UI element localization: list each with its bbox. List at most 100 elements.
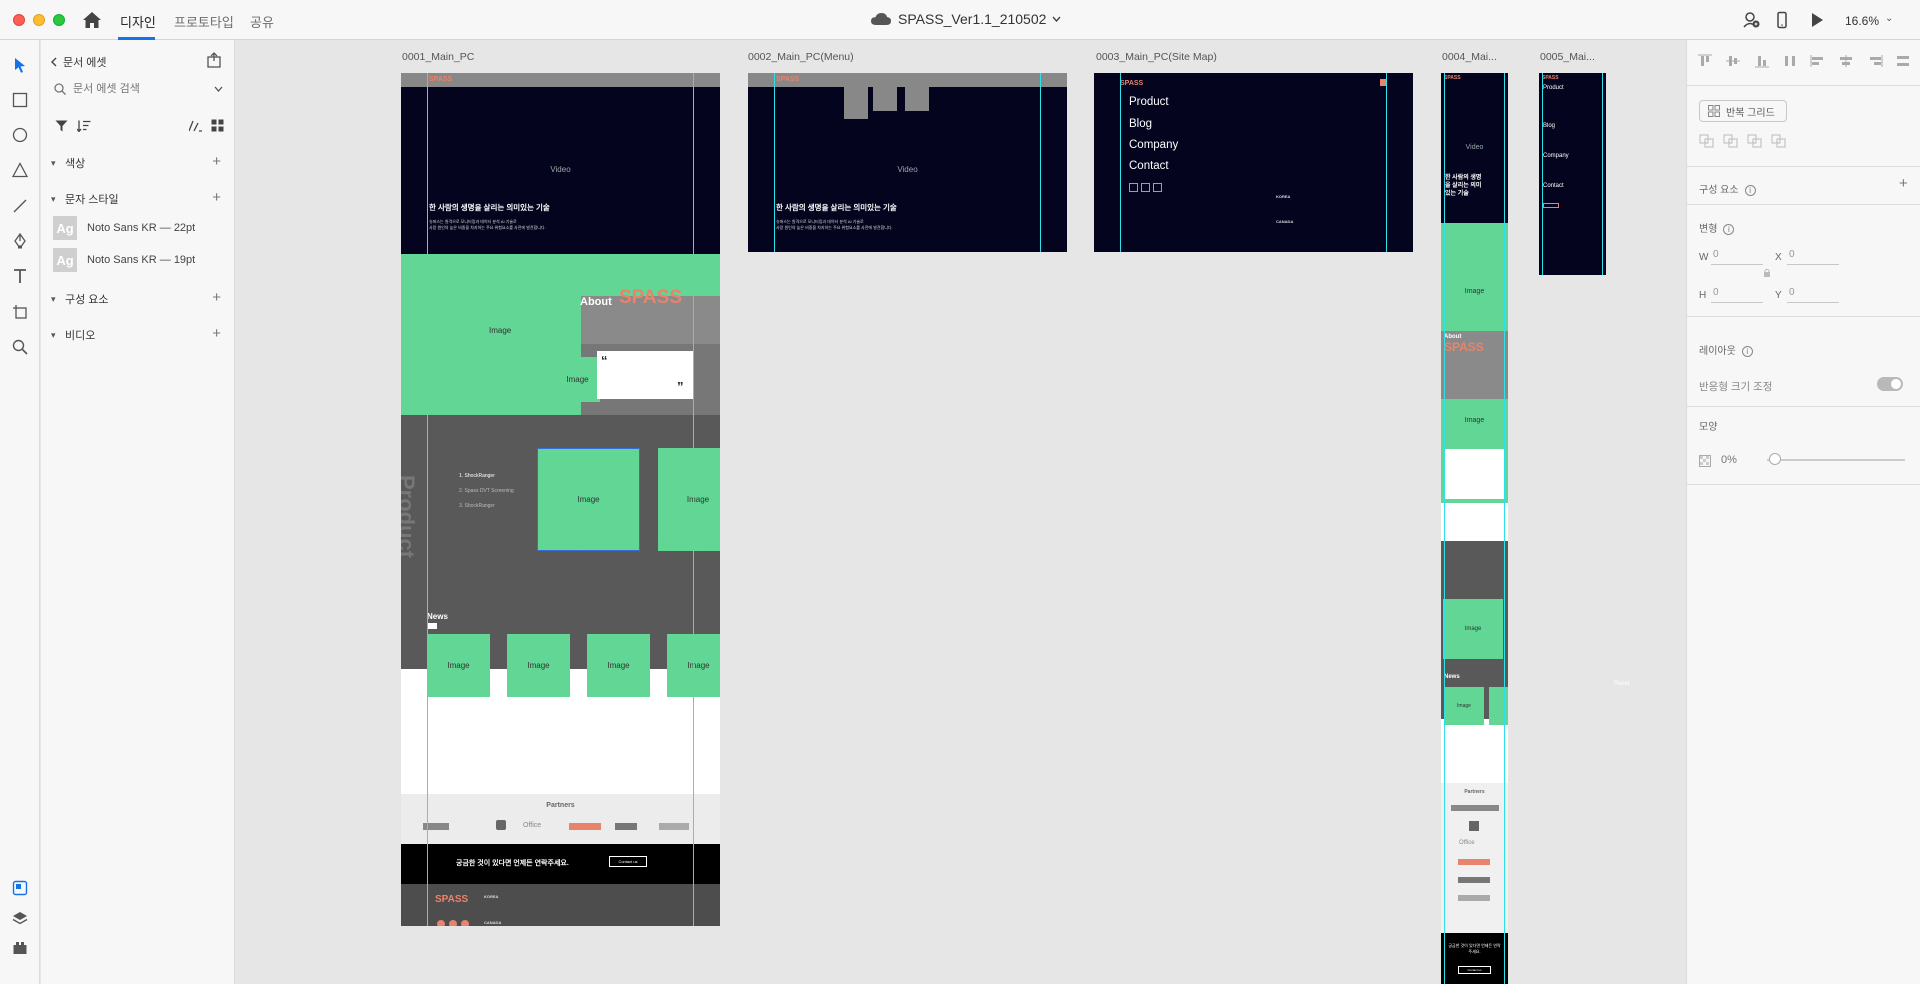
news-card-image[interactable]: Image <box>587 634 650 697</box>
news-card-image[interactable]: Image <box>1444 687 1484 725</box>
product-card-image[interactable]: Image <box>1443 599 1503 659</box>
char-style-item[interactable]: Ag Noto Sans KR — 22pt <box>53 216 229 240</box>
align-center-icon[interactable] <box>1838 54 1854 68</box>
social-icon[interactable] <box>1129 183 1138 192</box>
artboard-mobile-menu[interactable]: SPASS Product Blog Company Contact <box>1539 73 1606 275</box>
artboard-main-mobile[interactable]: SPASS Video 한 사람의 생명을 살리는 의미있는 기술 Image … <box>1441 73 1508 984</box>
distribute-horizontal-icon[interactable] <box>1782 54 1798 68</box>
artboard-main-pc[interactable]: SPASS Video 한 사람의 생명을 살리는 의미있는 기술 슈퍼스는 원… <box>401 73 720 926</box>
document-title-menu[interactable]: SPASS_Ver1.1_210502 <box>870 11 1061 27</box>
lock-aspect-icon[interactable] <box>1763 265 1771 283</box>
y-field[interactable]: 0 <box>1787 287 1839 303</box>
product-list-item[interactable]: 2. Spass DVT Screening <box>459 488 514 494</box>
artboard-label[interactable]: 0004_Mai... <box>1442 51 1497 63</box>
opacity-slider-handle[interactable] <box>1769 453 1781 465</box>
zoom-level[interactable]: 16.6% <box>1845 14 1879 28</box>
align-right-icon[interactable] <box>1867 54 1883 68</box>
sitemap-item[interactable]: Product <box>1543 85 1564 91</box>
align-left-icon[interactable] <box>1810 54 1826 68</box>
add-component-icon[interactable]: + <box>212 289 221 306</box>
text-tool-icon[interactable] <box>10 266 30 286</box>
assets-header[interactable]: 문서 에셋 <box>51 54 107 70</box>
tab-prototype[interactable]: 프로토타입 <box>174 12 234 31</box>
ellipse-tool-icon[interactable] <box>10 125 30 145</box>
info-icon[interactable]: i <box>1744 184 1756 196</box>
artboard-label[interactable]: 0001_Main_PC <box>402 51 474 63</box>
add-color-icon[interactable]: + <box>212 153 221 170</box>
grid-view-icon[interactable] <box>211 119 224 132</box>
x-field[interactable]: 0 <box>1787 249 1839 265</box>
invite-user-icon[interactable] <box>1742 11 1760 29</box>
align-top-icon[interactable] <box>1697 54 1713 68</box>
repeat-grid-button[interactable]: 반복 그리드 <box>1699 100 1787 122</box>
add-video-icon[interactable]: + <box>212 325 221 342</box>
list-view-icon[interactable] <box>189 120 202 132</box>
close-window-button[interactable] <box>13 14 25 26</box>
artboard-main-pc-sitemap[interactable]: SPASS Product Blog Company Contact KOREA… <box>1094 73 1413 252</box>
tab-share[interactable]: 공유 <box>250 12 274 31</box>
contact-us-button[interactable]: Contact us <box>609 856 647 867</box>
sitemap-item[interactable]: Product <box>1129 96 1169 108</box>
artboard-main-pc-menu[interactable]: SPASS Video 한 사람의 생명을 살리는 의미있는 기술 슈퍼스는 원… <box>748 73 1067 252</box>
opacity-value[interactable]: 0% <box>1721 454 1737 466</box>
sort-icon[interactable] <box>77 120 91 132</box>
add-char-style-icon[interactable]: + <box>212 189 221 206</box>
sitemap-item[interactable]: Blog <box>1129 118 1152 130</box>
responsive-resize-toggle[interactable] <box>1877 377 1903 391</box>
opacity-slider-track[interactable] <box>1767 459 1905 461</box>
sitemap-item[interactable]: Contact <box>1543 183 1564 189</box>
maximize-window-button[interactable] <box>53 14 65 26</box>
zoom-chevron-icon[interactable]: ⌄ <box>1885 13 1893 24</box>
assets-search-input[interactable] <box>73 83 203 95</box>
line-tool-icon[interactable] <box>10 196 30 216</box>
news-tab[interactable] <box>427 623 437 629</box>
height-field[interactable]: 0 <box>1711 287 1763 303</box>
news-card-image[interactable] <box>1489 687 1508 725</box>
product-list-item[interactable]: 1. ShockRanger <box>459 473 495 479</box>
boolean-subtract-icon[interactable] <box>1723 134 1739 148</box>
select-tool-icon[interactable] <box>10 55 30 75</box>
social-icon[interactable] <box>1153 183 1162 192</box>
chevron-down-icon[interactable] <box>214 86 223 92</box>
news-card-image[interactable]: Image <box>427 634 490 697</box>
char-style-item[interactable]: Ag Noto Sans KR — 19pt <box>53 248 229 272</box>
boolean-intersect-icon[interactable] <box>1747 134 1763 148</box>
section-colors[interactable]: ▾ 색상 + <box>51 153 227 172</box>
width-field[interactable]: 0 <box>1711 249 1763 265</box>
boolean-add-icon[interactable] <box>1699 134 1715 148</box>
distribute-vertical-icon[interactable] <box>1895 54 1911 68</box>
play-preview-icon[interactable] <box>1808 11 1826 29</box>
info-icon[interactable]: i <box>1723 223 1735 235</box>
product-card-image[interactable]: Image <box>537 448 640 551</box>
align-bottom-icon[interactable] <box>1754 54 1770 68</box>
rectangle-tool-icon[interactable] <box>10 90 30 110</box>
dropdown-menu[interactable] <box>844 87 868 119</box>
add-component-icon[interactable]: + <box>1899 175 1908 192</box>
pen-tool-icon[interactable] <box>10 231 30 251</box>
social-icon[interactable] <box>1141 183 1150 192</box>
sitemap-item[interactable]: Company <box>1543 153 1569 159</box>
social-icon[interactable] <box>437 920 445 926</box>
artboard-label[interactable]: 0005_Mai... <box>1540 51 1595 63</box>
device-preview-icon[interactable] <box>1773 11 1791 29</box>
dropdown-menu[interactable] <box>905 87 929 111</box>
product-list-item[interactable]: 3. ShockRanger <box>459 503 495 509</box>
artboard-label[interactable]: 0002_Main_PC(Menu) <box>748 51 854 63</box>
contact-us-button[interactable]: Contact us <box>1458 966 1491 974</box>
sitemap-item[interactable]: Company <box>1129 139 1178 151</box>
section-character-styles[interactable]: ▾ 문자 스타일 + <box>51 189 227 208</box>
news-card-image[interactable]: Image <box>507 634 570 697</box>
filter-icon[interactable] <box>55 120 68 132</box>
section-components[interactable]: ▾ 구성 요소 + <box>51 289 227 308</box>
minimize-window-button[interactable] <box>33 14 45 26</box>
dropdown-menu[interactable] <box>873 87 897 111</box>
sitemap-item[interactable]: Blog <box>1543 123 1555 129</box>
export-icon[interactable] <box>206 52 222 68</box>
design-canvas[interactable]: 0001_Main_PC 0002_Main_PC(Menu) 0003_Mai… <box>236 40 1686 984</box>
polygon-tool-icon[interactable] <box>10 160 30 180</box>
assets-search[interactable] <box>49 78 227 100</box>
info-icon[interactable]: i <box>1741 345 1753 357</box>
social-icons[interactable] <box>1543 203 1559 208</box>
artboard-tool-icon[interactable] <box>10 302 30 322</box>
tab-design[interactable]: 디자인 <box>120 12 156 31</box>
